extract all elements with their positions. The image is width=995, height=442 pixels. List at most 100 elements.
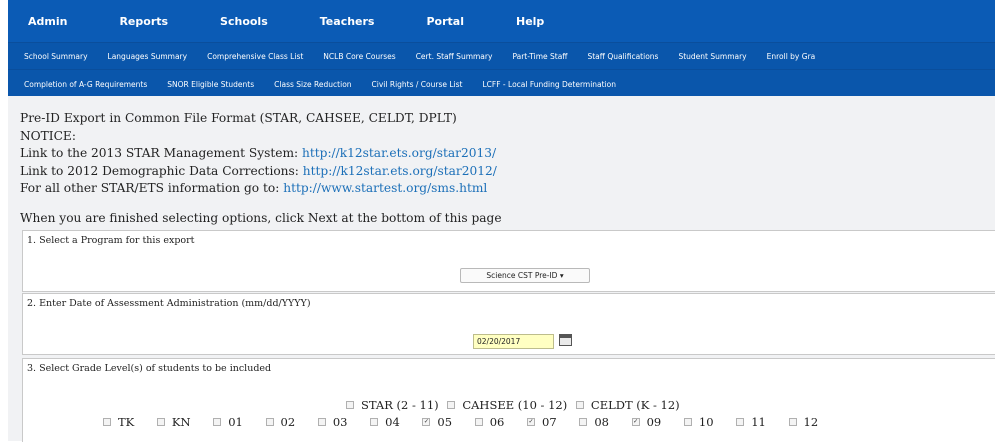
checkbox[interactable] [788,418,797,426]
submenu-lcff[interactable]: LCFF - Local Funding Determination [473,80,627,89]
checkbox[interactable] [346,401,354,409]
menu-portal[interactable]: Portal [400,15,490,28]
checkbox[interactable] [265,418,274,426]
grade-option-03[interactable]: 03 [317,415,348,429]
grade-option-label: 06 [489,415,505,429]
grade-option-07[interactable]: 07 [527,415,557,429]
grade-option-label: 08 [594,415,609,429]
test-option-celdt[interactable]: CELDT (K - 12) [575,398,680,412]
grade-option-09[interactable]: 09 [631,415,662,429]
checkbox-checked[interactable] [422,418,431,426]
checkbox[interactable] [213,418,222,426]
star2012-link[interactable]: http://k12star.ets.org/star2012/ [303,164,497,178]
submenu-student-summary[interactable]: Student Summary [668,52,756,61]
checkbox[interactable] [370,418,379,426]
star2013-link[interactable]: http://k12star.ets.org/star2013/ [302,146,496,160]
grade-option-label: 02 [280,415,296,429]
grade-option-label: 11 [751,415,766,429]
assessment-date-input[interactable]: 02/20/2017 [473,334,554,349]
checkbox[interactable] [736,418,745,426]
submenu-completion-a-g[interactable]: Completion of A-G Requirements [8,80,157,89]
grade-option-06[interactable]: 06 [474,415,505,429]
test-option-label: STAR (2 - 11) [361,398,439,412]
grade-option-label: 05 [437,415,453,429]
grade-option-label: 10 [698,415,714,429]
checkbox[interactable] [474,418,483,426]
test-option-star[interactable]: STAR (2 - 11) [346,398,439,412]
grade-option-11[interactable]: 11 [736,415,766,429]
grade-option-08[interactable]: 08 [579,415,609,429]
instructions: When you are finished selecting options,… [20,211,502,225]
link-2-text: Link to 2012 Demographic Data Correction… [20,163,303,178]
page-title: Pre-ID Export in Common File Format (STA… [20,111,457,125]
checkbox[interactable] [683,418,692,426]
top-navigation: Admin Reports Schools Teachers Portal He… [8,0,995,98]
submenu-enroll-by-grade[interactable]: Enroll by Gra [757,52,826,61]
grade-option-10[interactable]: 10 [683,415,714,429]
link-1-text: Link to the 2013 STAR Management System: [20,146,302,160]
grade-label: 3. Select Grade Level(s) of students to … [27,363,272,374]
grade-option-label: 09 [646,415,662,429]
checkbox[interactable] [579,418,588,426]
submenu-part-time-staff[interactable]: Part-Time Staff [502,52,577,61]
grade-option-label: 07 [542,415,557,429]
grade-option-label: 01 [228,415,243,429]
grade-option-label: 12 [803,415,819,429]
grade-option-05[interactable]: 05 [422,415,452,429]
grade-option-label: KN [171,415,191,429]
checkbox-checked[interactable] [527,418,536,426]
submenu-cert-staff-summary[interactable]: Cert. Staff Summary [406,52,503,61]
test-options: STAR (2 - 11) CAHSEE (10 - 12) CELDT (K … [346,398,685,412]
grade-options: TK KN 01 02 03 04 05 06 07 08 09 10 11 1… [103,415,837,429]
date-label: 2. Enter Date of Assessment Administrati… [27,298,311,309]
startest-link[interactable]: http://www.startest.org/sms.html [283,181,487,195]
submenu-languages-summary[interactable]: Languages Summary [98,52,198,61]
date-panel: 2. Enter Date of Assessment Administrati… [22,293,995,355]
checkbox[interactable] [447,401,456,409]
main-content: Pre-ID Export in Common File Format (STA… [8,96,995,442]
grade-option-label: 03 [332,415,348,429]
program-label: 1. Select a Program for this export [27,235,195,246]
checkbox[interactable] [156,418,165,426]
checkbox-checked[interactable] [631,418,640,426]
report-submenu-row-1: School Summary Languages Summary Compreh… [8,43,995,70]
link-3-text: For all other STAR/ETS information go to… [20,181,284,195]
submenu-civil-rights[interactable]: Civil Rights / Course List [362,80,473,89]
submenu-comprehensive-class-list[interactable]: Comprehensive Class List [197,52,313,61]
submenu-nclb-core-courses[interactable]: NCLB Core Courses [313,52,405,61]
grade-option-01[interactable]: 01 [213,415,243,429]
link-row-3: For all other STAR/ETS information go to… [20,180,995,198]
link-row-1: Link to the 2013 STAR Management System:… [20,145,995,163]
submenu-school-summary[interactable]: School Summary [8,52,98,61]
checkbox[interactable] [103,418,111,426]
menu-reports[interactable]: Reports [93,15,194,28]
submenu-class-size-reduction[interactable]: Class Size Reduction [264,80,361,89]
grade-option-kn[interactable]: KN [156,415,191,429]
notice-label: NOTICE: [20,128,76,143]
calendar-icon[interactable] [559,334,572,346]
checkbox[interactable] [317,418,326,426]
menu-admin[interactable]: Admin [8,15,93,28]
submenu-snor-eligible[interactable]: SNOR Eligible Students [157,80,264,89]
grade-option-02[interactable]: 02 [265,415,296,429]
report-submenu-row-2: Completion of A-G Requirements SNOR Elig… [8,70,995,98]
submenu-staff-qualifications[interactable]: Staff Qualifications [577,52,668,61]
checkbox[interactable] [575,401,584,409]
test-option-label: CAHSEE (10 - 12) [462,398,568,412]
main-menu: Admin Reports Schools Teachers Portal He… [8,0,995,43]
grade-option-04[interactable]: 04 [370,415,400,429]
test-option-label: CELDT (K - 12) [590,398,680,412]
menu-help[interactable]: Help [490,15,570,28]
grade-panel: 3. Select Grade Level(s) of students to … [22,358,995,442]
program-panel: 1. Select a Program for this export Scie… [22,230,995,292]
test-option-cahsee[interactable]: CAHSEE (10 - 12) [447,398,567,412]
page-header: Pre-ID Export in Common File Format (STA… [8,96,995,198]
grade-option-12[interactable]: 12 [788,415,819,429]
menu-teachers[interactable]: Teachers [294,15,401,28]
grade-option-tk[interactable]: TK [103,415,134,429]
grade-option-label: TK [118,415,135,429]
program-select[interactable]: Science CST Pre-ID ▾ [460,268,590,283]
link-row-2: Link to 2012 Demographic Data Correction… [20,163,995,181]
grade-option-label: 04 [385,415,400,429]
menu-schools[interactable]: Schools [194,15,294,28]
